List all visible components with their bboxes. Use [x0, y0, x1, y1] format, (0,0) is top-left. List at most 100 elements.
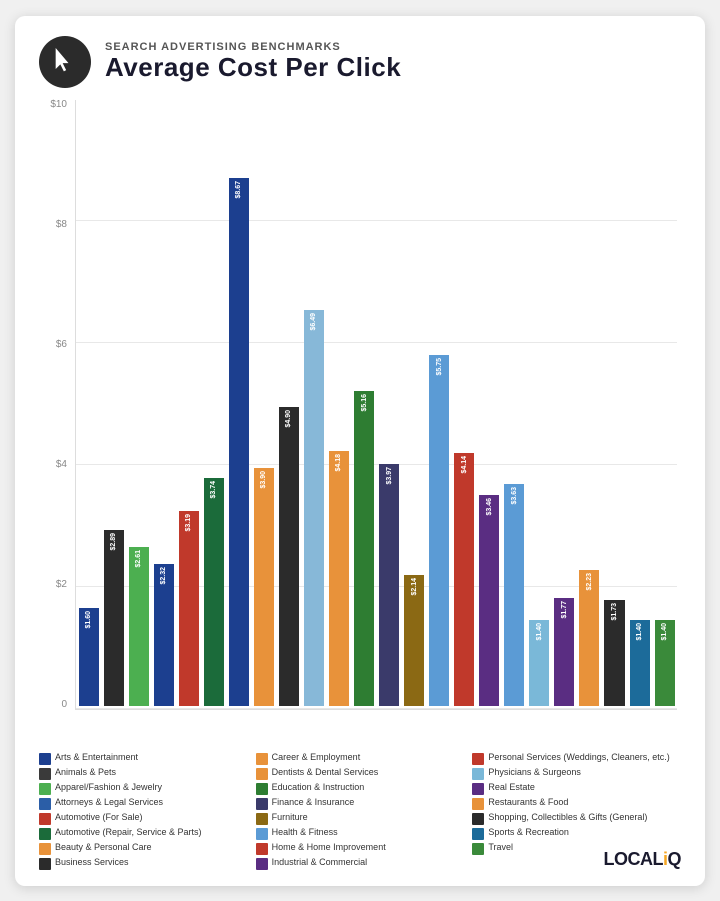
bar-group-attorneys: $2.32: [151, 100, 176, 709]
bar-value-health: $5.75: [436, 358, 443, 376]
bar-personal: $3.63: [504, 484, 524, 705]
bar-value-physicians: $1.40: [536, 623, 543, 641]
legend-item-17: Sports & Recreation: [472, 827, 681, 840]
legend-item-21: Business Services: [39, 857, 248, 870]
legend-label-20: Travel: [488, 842, 513, 854]
bar-group-animals: $2.89: [101, 100, 126, 709]
bar-group-industrial: $3.46: [477, 100, 502, 709]
bar-group-education: $5.16: [352, 100, 377, 709]
legend-label-19: Home & Home Improvement: [272, 842, 386, 854]
legend-label-15: Automotive (Repair, Service & Parts): [55, 827, 202, 839]
bar-home: $4.14: [454, 453, 474, 705]
bar-travel: $1.40: [655, 620, 675, 705]
bar-value-animals: $2.89: [110, 533, 117, 551]
bar-value-home: $4.14: [461, 456, 468, 474]
bar-value-apparel: $2.61: [135, 550, 142, 568]
bar-value-arts: $1.60: [85, 611, 92, 629]
legend-label-17: Sports & Recreation: [488, 827, 569, 839]
bar-value-sports: $1.40: [636, 623, 643, 641]
bar-value-career: $6.49: [310, 313, 317, 331]
legend-label-21: Business Services: [55, 857, 129, 869]
legend-color-19: [256, 843, 268, 855]
bar-physicians: $1.40: [529, 620, 549, 705]
bar-beauty: $3.90: [254, 468, 274, 706]
legend-item-5: Physicians & Surgeons: [472, 767, 681, 780]
legend-color-9: [39, 798, 51, 810]
main-card: Search Advertising Benchmarks Average Co…: [15, 16, 705, 886]
y-label-0: 0: [61, 700, 67, 710]
bar-group-home: $4.14: [452, 100, 477, 709]
legend-label-4: Dentists & Dental Services: [272, 767, 379, 779]
legend-label-3: Animals & Pets: [55, 767, 116, 779]
legend-item-2: Personal Services (Weddings, Cleaners, e…: [472, 752, 681, 765]
bar-value-finance: $3.97: [386, 467, 393, 485]
legend-item-8: Real Estate: [472, 782, 681, 795]
legend-item-13: Furniture: [256, 812, 465, 825]
cursor-icon: [39, 36, 91, 88]
bar-apparel: $2.61: [129, 547, 149, 706]
bar-group-sports: $1.40: [627, 100, 652, 709]
bar-group-dentists: $4.18: [326, 100, 351, 709]
legend-item-3: Animals & Pets: [39, 767, 248, 780]
legend-color-7: [256, 783, 268, 795]
bar-value-industrial: $3.46: [486, 498, 493, 516]
legend-item-18: Beauty & Personal Care: [39, 842, 248, 855]
legend-item-0: Arts & Entertainment: [39, 752, 248, 765]
legend-label-0: Arts & Entertainment: [55, 752, 138, 764]
bar-group-furniture: $2.14: [402, 100, 427, 709]
bar-attorneys: $2.32: [154, 564, 174, 705]
legend-item-14: Shopping, Collectibles & Gifts (General): [472, 812, 681, 825]
legend-item-11: Restaurants & Food: [472, 797, 681, 810]
bar-finance: $3.97: [379, 464, 399, 706]
legend-color-11: [472, 798, 484, 810]
legend-item-7: Education & Instruction: [256, 782, 465, 795]
legend-color-14: [472, 813, 484, 825]
bar-value-shopping: $1.73: [611, 603, 618, 621]
bar-attorneys2: $8.67: [229, 178, 249, 706]
legend-item-16: Health & Fitness: [256, 827, 465, 840]
legend-label-2: Personal Services (Weddings, Cleaners, e…: [488, 752, 669, 764]
bar-restaurants: $2.23: [579, 570, 599, 706]
bar-business: $4.90: [279, 407, 299, 705]
legend-color-13: [256, 813, 268, 825]
bar-education: $5.16: [354, 391, 374, 705]
legend-color-8: [472, 783, 484, 795]
bar-group-attorneys2: $8.67: [226, 100, 251, 709]
legend-color-18: [39, 843, 51, 855]
legend-color-4: [256, 768, 268, 780]
legend-item-9: Attorneys & Legal Services: [39, 797, 248, 810]
legend-label-7: Education & Instruction: [272, 782, 365, 794]
legend-color-21: [39, 858, 51, 870]
legend-item-1: Career & Employment: [256, 752, 465, 765]
legend-item-22: Industrial & Commercial: [256, 857, 465, 870]
bar-value-attorneys2: $8.67: [235, 181, 242, 199]
legend-color-1: [256, 753, 268, 765]
bar-group-auto-repair: $3.74: [201, 100, 226, 709]
legend-label-9: Attorneys & Legal Services: [55, 797, 163, 809]
bar-value-attorneys: $2.32: [160, 567, 167, 585]
legend-label-12: Automotive (For Sale): [55, 812, 143, 824]
localiq-logo: LOCALiQ: [603, 849, 681, 870]
legend-label-8: Real Estate: [488, 782, 535, 794]
bar-sports: $1.40: [630, 620, 650, 705]
legend-item-15: Automotive (Repair, Service & Parts): [39, 827, 248, 840]
legend-label-14: Shopping, Collectibles & Gifts (General): [488, 812, 647, 824]
bar-furniture: $2.14: [404, 575, 424, 705]
y-label-6: $6: [56, 340, 67, 350]
title-block: Search Advertising Benchmarks Average Co…: [105, 41, 681, 82]
legend-item-10: Finance & Insurance: [256, 797, 465, 810]
legend-color-6: [39, 783, 51, 795]
y-label-4: $4: [56, 460, 67, 470]
bar-group-personal: $3.63: [502, 100, 527, 709]
legend-color-5: [472, 768, 484, 780]
bar-group-restaurants: $2.23: [577, 100, 602, 709]
bar-health: $5.75: [429, 355, 449, 705]
legend-label-6: Apparel/Fashion & Jewelry: [55, 782, 162, 794]
legend: Arts & Entertainment Career & Employment P…: [39, 752, 681, 870]
bar-value-restaurants: $2.23: [586, 573, 593, 591]
bar-value-dentists: $4.18: [335, 454, 342, 472]
bar-group-health: $5.75: [427, 100, 452, 709]
bar-group-business: $4.90: [276, 100, 301, 709]
bar-value-auto-repair: $3.74: [210, 481, 217, 499]
legend-item-6: Apparel/Fashion & Jewelry: [39, 782, 248, 795]
